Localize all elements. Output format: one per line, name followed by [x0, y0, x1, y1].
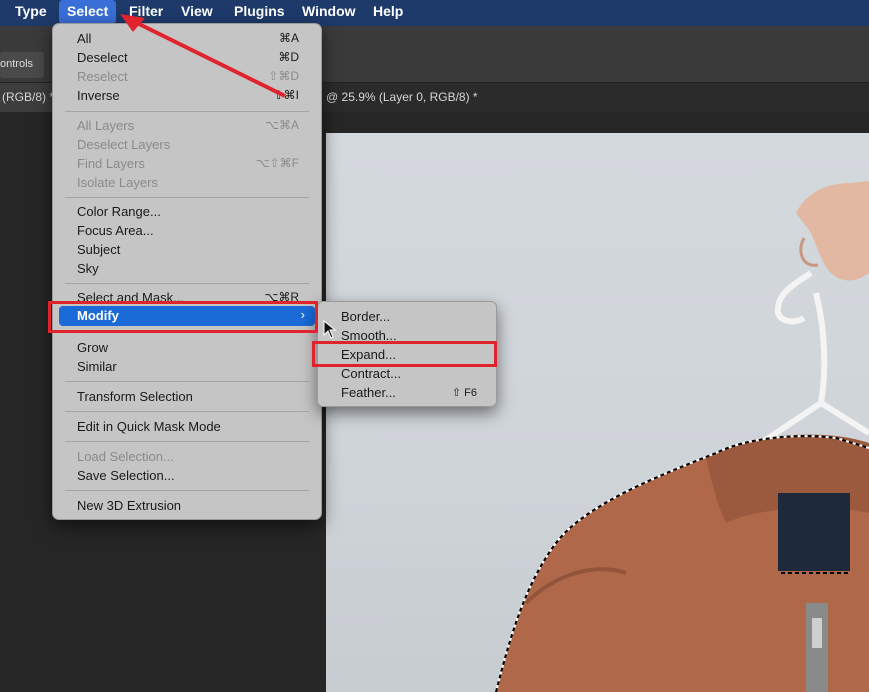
- annotation-arrow: [120, 14, 286, 98]
- annotation-arrow-line: [134, 20, 286, 98]
- mouse-cursor-icon: [323, 320, 337, 339]
